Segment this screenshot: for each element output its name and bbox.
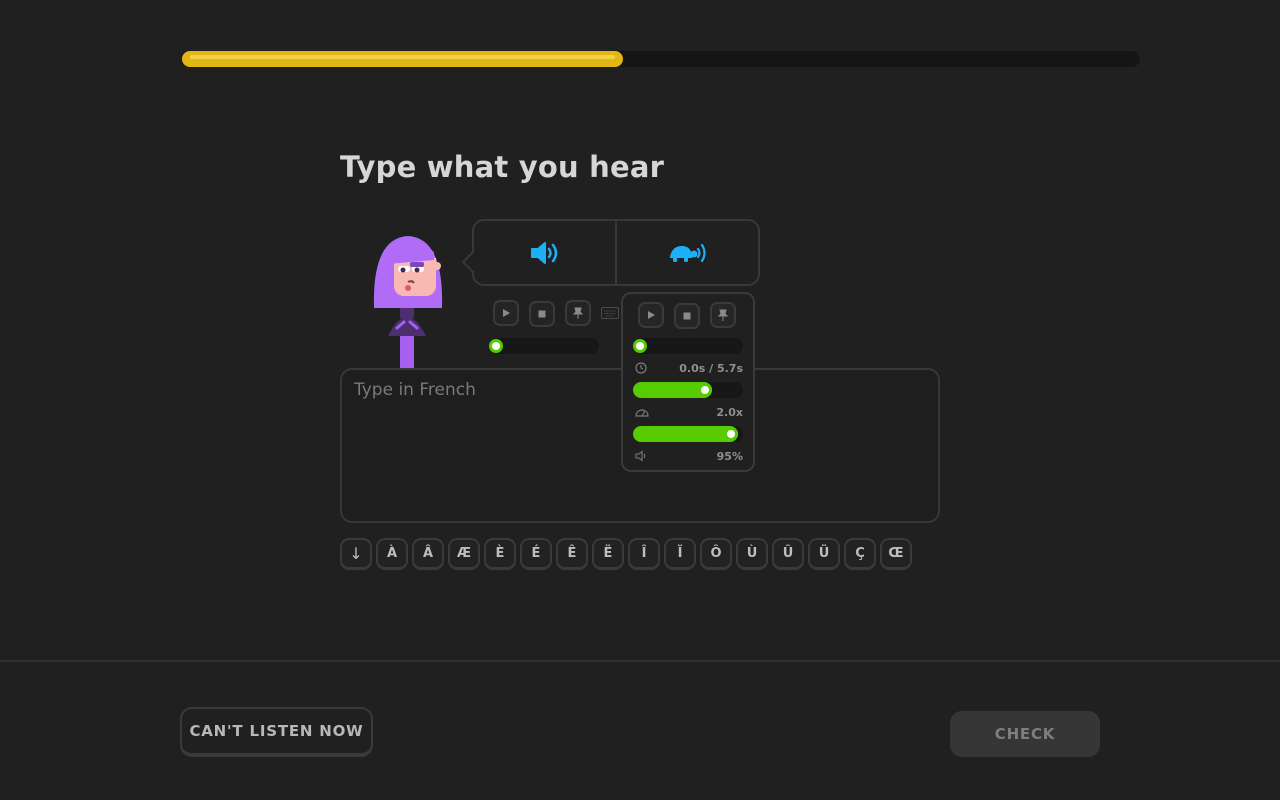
special-characters-bar: ↓ À Â Æ È É Ê Ë Î Ï Ô Ù Û Ü Ç Œ	[340, 538, 912, 570]
speaker-icon	[530, 241, 557, 264]
volume-readout: 95%	[716, 449, 743, 463]
play-slow-audio-button[interactable]	[617, 221, 758, 284]
progress-fill	[182, 51, 623, 67]
speed-row: 2.0x	[635, 405, 743, 419]
play-audio-button[interactable]	[474, 221, 615, 284]
special-char-button[interactable]: Î	[628, 538, 660, 570]
special-char-button[interactable]: À	[376, 538, 408, 570]
audio-player-popup: 0.0s / 5.7s 2.0x 95%	[621, 292, 755, 472]
popup-stop-button[interactable]	[674, 303, 700, 329]
keyboard-icon[interactable]	[601, 307, 619, 319]
mini-seek-knob[interactable]	[489, 339, 503, 353]
lesson-progress-bar	[182, 51, 1140, 67]
collapse-chars-button[interactable]: ↓	[340, 538, 372, 570]
stop-icon	[538, 310, 546, 318]
special-char-button[interactable]: Û	[772, 538, 804, 570]
volume-slider[interactable]	[633, 426, 743, 442]
special-char-button[interactable]: Ù	[736, 538, 768, 570]
speed-slider[interactable]	[633, 382, 743, 398]
clock-icon	[635, 362, 647, 374]
audio-bubble	[472, 219, 760, 286]
character-avatar	[373, 236, 443, 370]
mini-pin-button[interactable]	[565, 300, 591, 326]
mini-play-button[interactable]	[493, 300, 519, 326]
progress-shine	[190, 55, 615, 59]
footer-divider	[0, 660, 1280, 662]
play-icon	[503, 309, 510, 317]
special-char-button[interactable]: Ü	[808, 538, 840, 570]
special-char-button[interactable]: Ï	[664, 538, 696, 570]
special-char-button[interactable]: Â	[412, 538, 444, 570]
speedometer-icon	[635, 409, 649, 417]
volume-fill	[633, 426, 738, 442]
mini-seek-slider[interactable]	[489, 338, 599, 354]
volume-row: 95%	[635, 449, 743, 463]
special-char-button[interactable]: Ê	[556, 538, 588, 570]
stop-icon	[683, 312, 691, 320]
special-char-button[interactable]: Ç	[844, 538, 876, 570]
cant-listen-button[interactable]: CAN'T LISTEN NOW	[180, 707, 373, 757]
check-button: CHECK	[950, 711, 1100, 757]
time-readout: 0.0s / 5.7s	[679, 361, 743, 375]
turtle-speaker-icon	[669, 243, 706, 262]
mini-stop-button[interactable]	[529, 301, 555, 327]
time-row: 0.0s / 5.7s	[635, 361, 743, 375]
volume-knob[interactable]	[724, 427, 738, 441]
special-char-button[interactable]: Œ	[880, 538, 912, 570]
popup-play-button[interactable]	[638, 302, 664, 328]
play-icon	[648, 311, 655, 319]
special-char-button[interactable]: Ë	[592, 538, 624, 570]
popup-seek-knob[interactable]	[633, 339, 647, 353]
special-char-button[interactable]: É	[520, 538, 552, 570]
special-char-button[interactable]: Æ	[448, 538, 480, 570]
speed-knob[interactable]	[698, 383, 712, 397]
speed-readout: 2.0x	[716, 405, 743, 419]
volume-icon	[635, 450, 646, 462]
popup-pin-button[interactable]	[710, 302, 736, 328]
page-title: Type what you hear	[340, 150, 665, 184]
popup-seek-slider[interactable]	[633, 338, 743, 354]
special-char-button[interactable]: Ô	[700, 538, 732, 570]
pin-icon	[573, 307, 583, 319]
pin-icon	[718, 309, 728, 321]
special-char-button[interactable]: È	[484, 538, 516, 570]
